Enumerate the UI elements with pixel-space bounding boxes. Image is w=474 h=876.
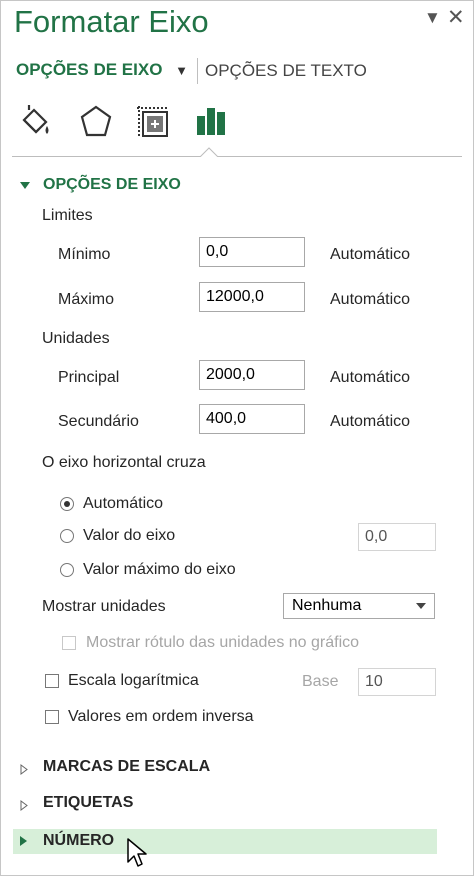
- display-units-value: Nenhuma: [292, 597, 362, 614]
- cross-axis-value-input[interactable]: 0,0: [358, 523, 436, 551]
- display-units-select[interactable]: Nenhuma: [283, 593, 435, 619]
- maximum-auto-label: Automático: [330, 291, 411, 308]
- cross-automatic-radio[interactable]: [60, 497, 74, 511]
- axis-options-icon[interactable]: [193, 102, 233, 142]
- pane-options-dropdown-icon[interactable]: ▼: [424, 8, 441, 28]
- tab-separator: [197, 58, 198, 84]
- major-auto-label: Automático: [330, 369, 411, 386]
- chevron-down-icon: [416, 603, 426, 609]
- reverse-order-checkbox[interactable]: [45, 710, 59, 724]
- pane-title: Formatar Eixo: [14, 4, 209, 39]
- number-expand-icon[interactable]: [20, 836, 27, 846]
- section-axis-options[interactable]: OPÇÕES DE EIXO: [43, 176, 181, 194]
- minimum-label: Mínimo: [58, 246, 111, 263]
- units-label: Unidades: [42, 330, 110, 347]
- chevron-down-icon[interactable]: ▼: [175, 63, 188, 78]
- cross-max-value-radio[interactable]: [60, 563, 74, 577]
- pane-divider: [12, 156, 462, 157]
- size-properties-icon[interactable]: [133, 102, 173, 142]
- base-input[interactable]: 10: [358, 668, 436, 696]
- labels-expand-icon[interactable]: [20, 798, 28, 816]
- format-axis-pane: [0, 0, 474, 876]
- reverse-order-label[interactable]: Valores em ordem inversa: [68, 708, 254, 726]
- log-scale-checkbox[interactable]: [45, 674, 59, 688]
- show-units-label-checkbox[interactable]: [62, 636, 76, 650]
- major-unit-label: Principal: [58, 369, 120, 386]
- minor-unit-input[interactable]: 400,0: [199, 404, 305, 434]
- tab-axis-options-label: OPÇÕES DE EIXO: [16, 60, 163, 79]
- show-units-label-text: Mostrar rótulo das unidades no gráfico: [86, 634, 360, 651]
- minimum-auto-label: Automático: [330, 246, 411, 263]
- section-number[interactable]: NÚMERO: [43, 832, 114, 850]
- maximum-label: Máximo: [58, 291, 115, 308]
- mouse-cursor-icon: [127, 838, 147, 867]
- section-expand-icon[interactable]: [20, 182, 30, 189]
- cross-automatic-label[interactable]: Automático: [83, 495, 163, 513]
- base-label: Base: [302, 673, 339, 690]
- display-units-label: Mostrar unidades: [42, 598, 166, 615]
- minor-auto-label: Automático: [330, 413, 411, 430]
- cross-axis-value-label[interactable]: Valor do eixo: [83, 527, 175, 545]
- minor-unit-label: Secundário: [58, 413, 139, 430]
- cross-max-value-label[interactable]: Valor máximo do eixo: [83, 561, 236, 579]
- effects-icon[interactable]: [76, 102, 116, 142]
- log-scale-label[interactable]: Escala logarítmica: [68, 672, 199, 690]
- tick-marks-expand-icon[interactable]: [20, 762, 28, 780]
- fill-line-icon[interactable]: [16, 102, 56, 142]
- maximum-input[interactable]: 12000,0: [199, 282, 305, 312]
- tab-axis-options[interactable]: OPÇÕES DE EIXO ▼: [16, 60, 188, 80]
- section-labels[interactable]: ETIQUETAS: [43, 794, 133, 812]
- section-tick-marks[interactable]: MARCAS DE ESCALA: [43, 758, 210, 776]
- tab-text-options[interactable]: OPÇÕES DE TEXTO: [205, 61, 367, 81]
- cross-axis-value-radio[interactable]: [60, 529, 74, 543]
- major-unit-input[interactable]: 2000,0: [199, 360, 305, 390]
- axis-crosses-label: O eixo horizontal cruza: [42, 454, 206, 471]
- active-category-indicator: [200, 147, 218, 164]
- close-icon[interactable]: ✕: [447, 5, 465, 30]
- bounds-label: Limites: [42, 207, 93, 224]
- minimum-input[interactable]: 0,0: [199, 237, 305, 267]
